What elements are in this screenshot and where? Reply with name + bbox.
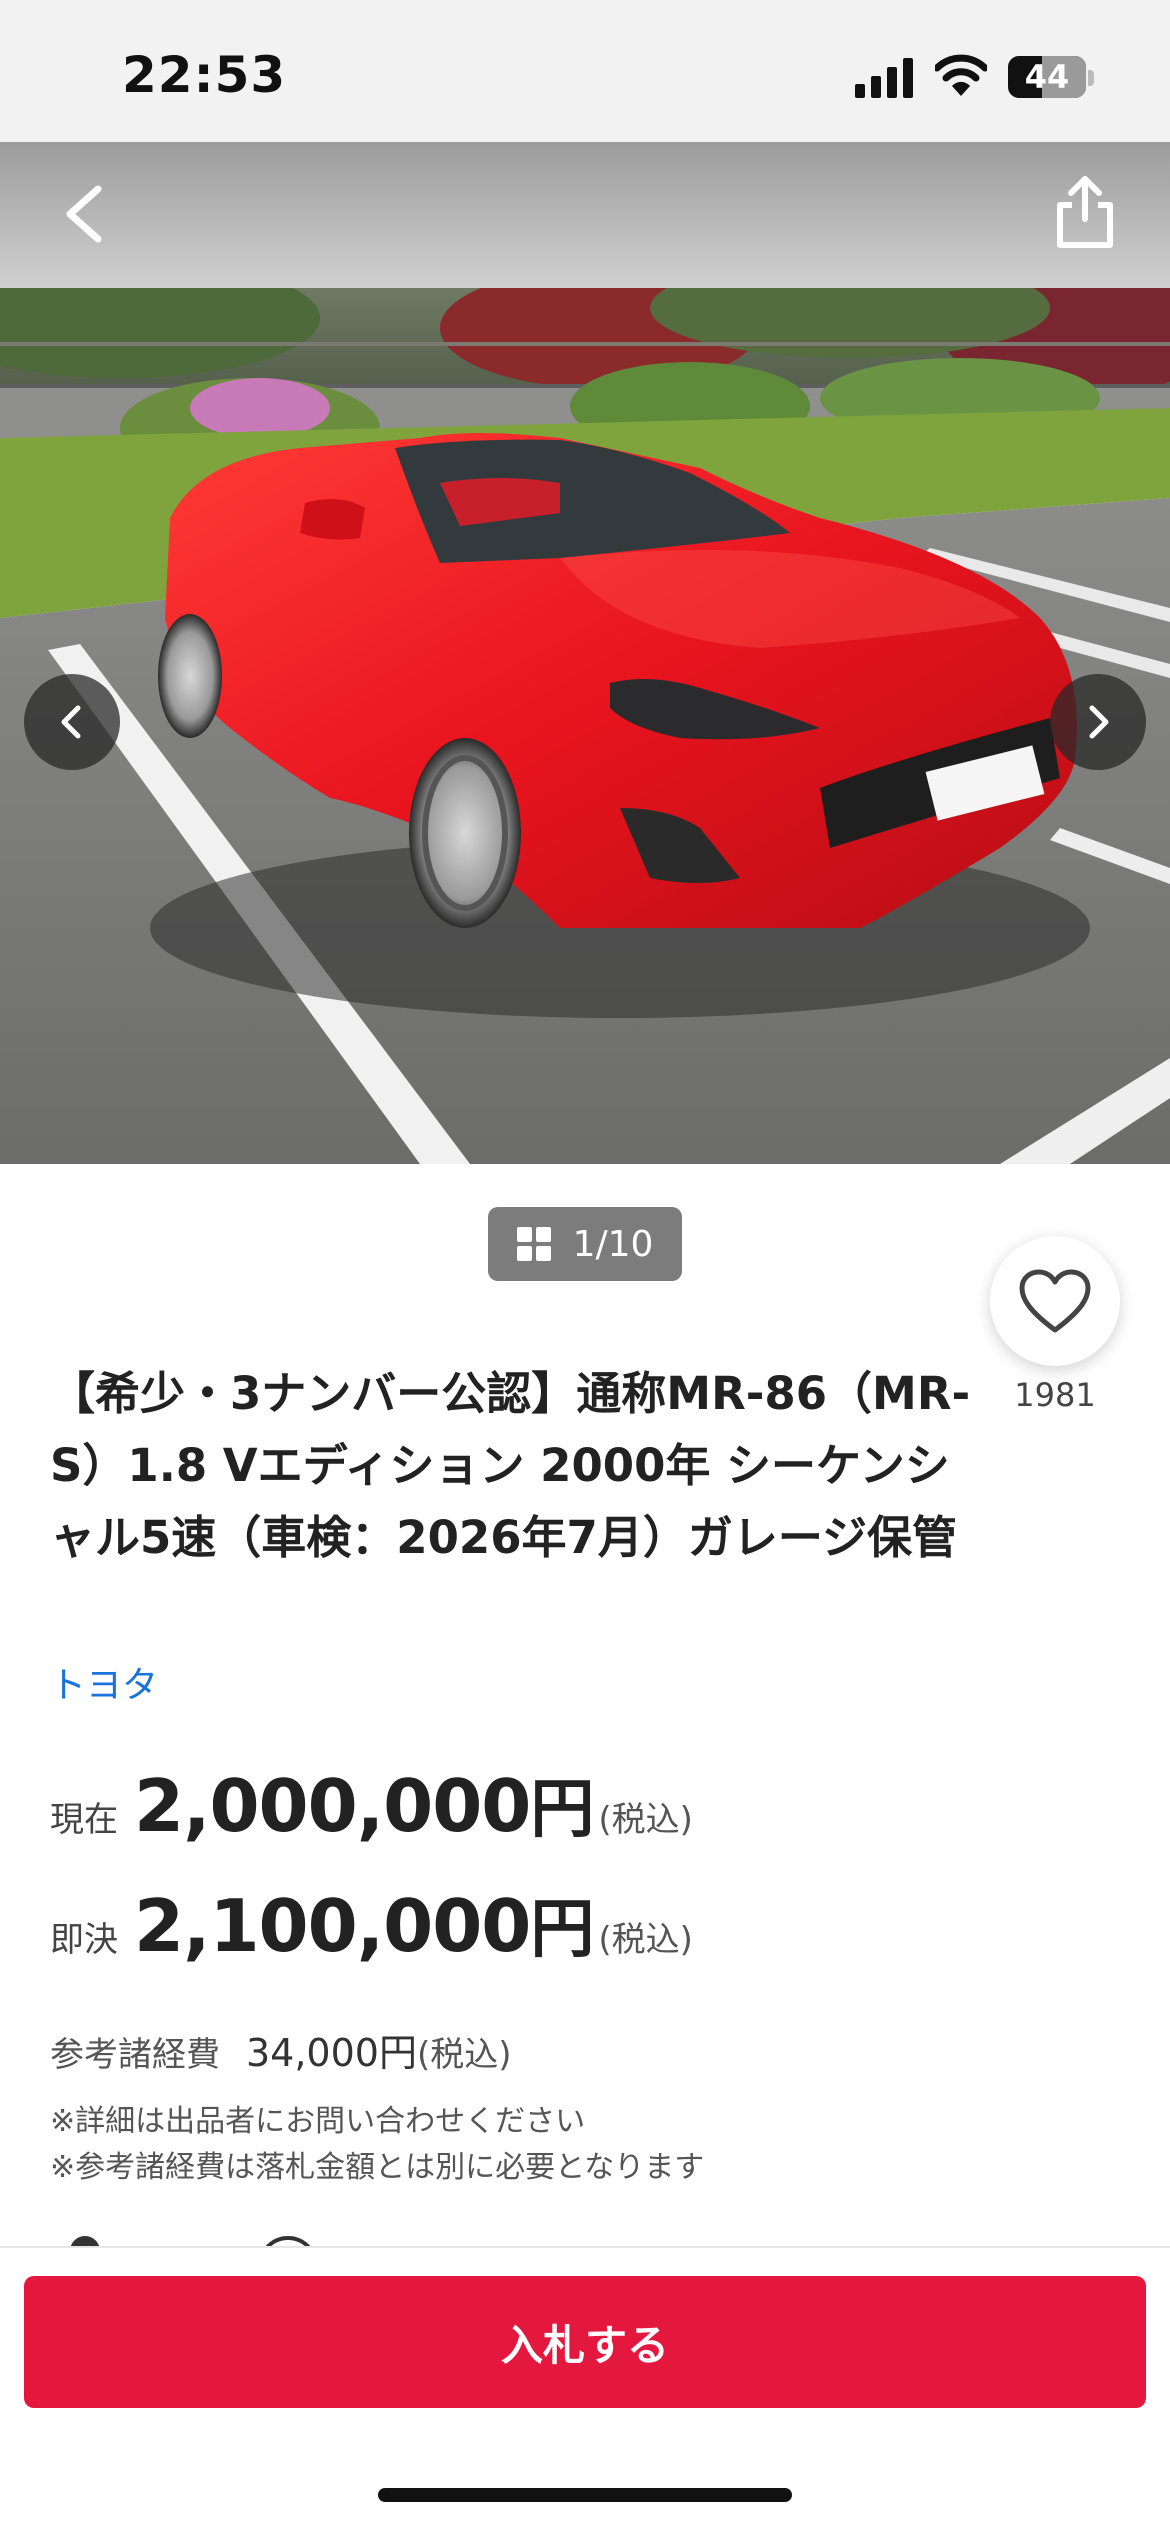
buyout-price-label: 即決 — [50, 1920, 118, 1960]
buyout-price-yen: 円 — [530, 1893, 595, 1967]
fees-label: 参考諸経費 — [50, 2035, 220, 2075]
current-price-value: 2,000,000 — [134, 1764, 531, 1848]
battery-level: 44 — [1024, 58, 1070, 96]
battery-icon: 44 — [1008, 56, 1086, 98]
current-price-yen: 円 — [530, 1773, 595, 1847]
photo-counter-button[interactable]: 1/10 — [488, 1207, 682, 1281]
grid-icon — [516, 1227, 551, 1261]
listing-title: 【希少・3ナンバー公認】通称MR-86（MR-S）1.8 Vエディション 200… — [50, 1367, 971, 1564]
status-bar: 22:53 44 — [0, 0, 1170, 142]
back-chevron-icon[interactable] — [50, 169, 120, 259]
fees-tax-note: (税込) — [416, 2035, 512, 2075]
home-indicator — [378, 2488, 792, 2502]
favorite-count: 1981 — [1014, 1376, 1096, 1414]
buyout-price-tax-note: (税込) — [598, 1920, 693, 1960]
wifi-icon — [935, 54, 987, 96]
heart-icon — [1019, 1269, 1091, 1333]
fees-note-separate: ※参考諸経費は落札金額とは別に必要となります — [50, 2150, 705, 2185]
photo-gallery[interactable] — [0, 142, 1170, 1164]
fees-value: 34,000円 — [246, 2031, 417, 2075]
battery-cap — [1088, 70, 1094, 86]
cellular-signal-icon — [855, 58, 913, 98]
brand-link[interactable]: トヨタ — [50, 1656, 158, 1708]
status-time: 22:53 — [122, 46, 287, 104]
previous-photo-button[interactable] — [24, 674, 120, 770]
car-photo[interactable] — [0, 288, 1170, 1164]
chevron-left-icon — [61, 705, 81, 739]
favorite-button[interactable] — [990, 1236, 1120, 1366]
buyout-price-value: 2,100,000 — [134, 1884, 531, 1968]
reference-fees-row: 参考諸経費 34,000円 (税込) — [50, 2022, 512, 2077]
current-price-tax-note: (税込) — [598, 1800, 693, 1840]
current-price-label: 現在 — [50, 1800, 118, 1840]
bid-button[interactable]: 入札する — [24, 2276, 1146, 2408]
buyout-price-row: 即決 2,100,000 円 (税込) — [50, 1878, 693, 1970]
next-photo-button[interactable] — [1050, 674, 1146, 770]
current-price-row: 現在 2,000,000 円 (税込) — [50, 1758, 693, 1850]
nav-bar — [0, 142, 1170, 288]
fees-note-contact: ※詳細は出品者にお問い合わせください — [50, 2104, 586, 2139]
share-icon[interactable] — [1050, 167, 1120, 257]
photo-counter-text: 1/10 — [572, 1223, 654, 1265]
chevron-right-icon — [1089, 705, 1109, 739]
